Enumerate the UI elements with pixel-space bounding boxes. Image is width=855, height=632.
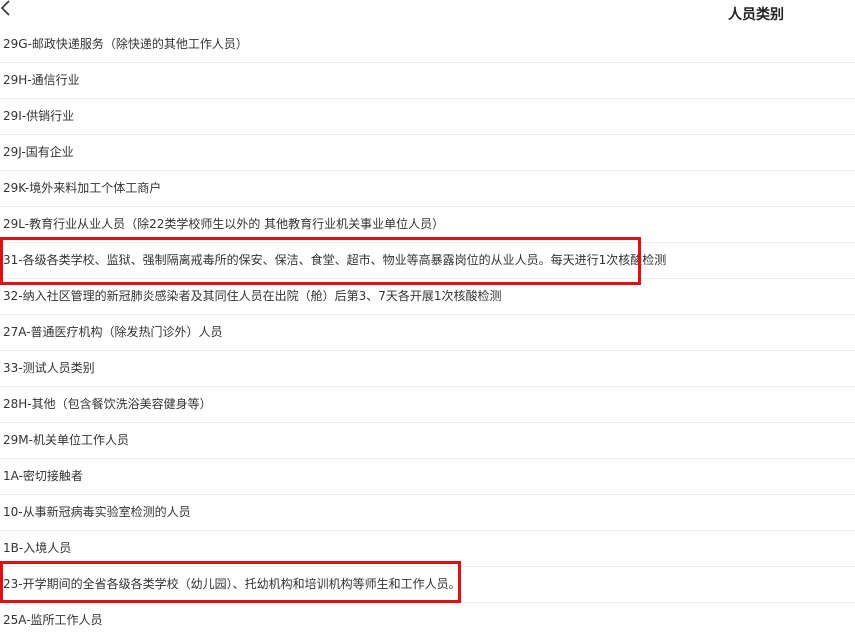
chevron-left-icon (0, 0, 10, 16)
person-category-page: 人员类别 29G-邮政快递服务（除快递的其他工作人员） 29H-通信行业 29I… (0, 0, 855, 632)
category-list: 29G-邮政快递服务（除快递的其他工作人员） 29H-通信行业 29I-供销行业… (0, 27, 855, 632)
list-item[interactable]: 31-各级各类学校、监狱、强制隔离戒毒所的保安、保洁、食堂、超市、物业等高暴露岗… (0, 243, 855, 279)
list-item[interactable]: 29K-境外来料加工个体工商户 (0, 171, 855, 207)
list-item[interactable]: 10-从事新冠病毒实验室检测的人员 (0, 495, 855, 531)
back-button[interactable] (0, 0, 20, 22)
list-item[interactable]: 1A-密切接触者 (0, 459, 855, 495)
list-item[interactable]: 29H-通信行业 (0, 63, 855, 99)
list-item[interactable]: 29G-邮政快递服务（除快递的其他工作人员） (0, 27, 855, 63)
list-item[interactable]: 25A-监所工作人员 (0, 603, 855, 632)
list-item[interactable]: 27A-普通医疗机构（除发热门诊外）人员 (0, 315, 855, 351)
header-bar: 人员类别 (0, 0, 855, 28)
list-item[interactable]: 29I-供销行业 (0, 99, 855, 135)
list-item[interactable]: 33-测试人员类别 (0, 351, 855, 387)
page-title: 人员类别 (728, 7, 784, 23)
list-item[interactable]: 29L-教育行业从业人员（除22类学校师生以外的 其他教育行业机关事业单位人员） (0, 207, 855, 243)
list-item[interactable]: 32-纳入社区管理的新冠肺炎感染者及其同住人员在出院（舱）后第3、7天各开展1次… (0, 279, 855, 315)
list-item[interactable]: 1B-入境人员 (0, 531, 855, 567)
list-item[interactable]: 29J-国有企业 (0, 135, 855, 171)
list-item[interactable]: 23-开学期间的全省各级各类学校（幼儿园）、托幼机构和培训机构等师生和工作人员。 (0, 567, 855, 603)
list-item[interactable]: 28H-其他（包含餐饮洗浴美容健身等） (0, 387, 855, 423)
list-item[interactable]: 29M-机关单位工作人员 (0, 423, 855, 459)
